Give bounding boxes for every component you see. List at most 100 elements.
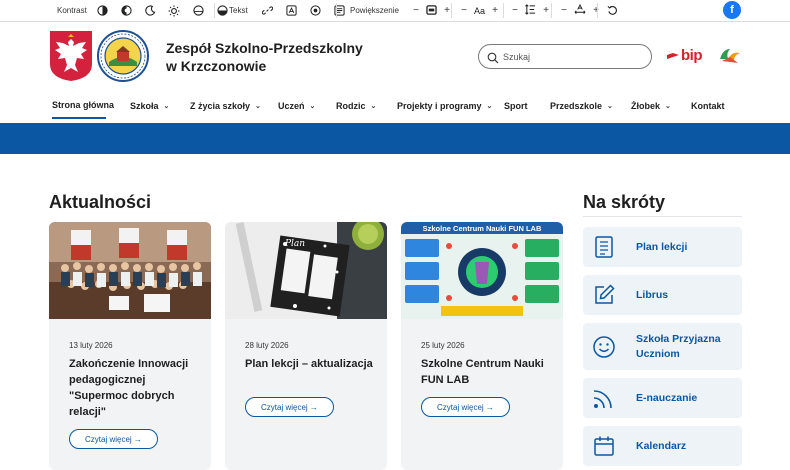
shortcut-label: Kalendarz [636,440,687,452]
school-name-line1: Zespół Szkolno-Przedszkolny [166,40,363,56]
chevron-down-icon: ⌄ [665,103,671,110]
zoom-icon [426,4,437,17]
contrast-group: Kontrast [57,0,87,21]
news-title[interactable]: Szkolne Centrum Nauki FUN LAB [421,356,551,388]
news-card[interactable]: Szkolne Centrum Nauki FUN LAB 25 luty 20… [401,222,563,470]
search-icon [487,51,499,63]
nav-label: Rodzic [336,101,366,111]
search-input[interactable] [503,51,643,62]
font-size-label: Aa [474,5,486,16]
shortcut-student-friendly-school[interactable]: Szkoła Przyjazna Uczniom [583,323,742,370]
text-icons [260,0,352,21]
reset-group [605,0,625,21]
planner-decorative-text: Plan [284,239,305,249]
line-height-minus-button[interactable]: − [510,5,520,16]
reading-guide-icon[interactable] [308,4,322,18]
accessibility-toolbar: Kontrast Tekst Powiększenie − + − Aa + −… [0,0,790,22]
shortcut-label: Librus [636,289,669,301]
nav-item-school-life[interactable]: Z życia szkoły ⌄ [190,93,261,119]
font-size-stepper: − Aa + [459,0,500,21]
contrast-default-icon[interactable] [95,4,109,18]
saturation-low-icon[interactable] [191,4,205,18]
read-more-button[interactable]: Czytaj więcej → [69,429,158,449]
nav-label: Projekty i programy [397,101,482,111]
news-card-image[interactable]: Szkolne Centrum Nauki FUN LAB [401,222,563,319]
spacing-minus-button[interactable]: − [559,5,569,16]
shortcut-lesson-plan[interactable]: Plan lekcji [583,227,742,267]
nav-item-nursery[interactable]: Żłobek ⌄ [631,93,671,119]
shortcut-librus[interactable]: Librus [583,275,742,315]
contrast-inverted-icon[interactable] [119,4,133,18]
nav-item-student[interactable]: Uczeń ⌄ [278,93,315,119]
news-card-image[interactable]: Plan [225,222,387,319]
school-name[interactable]: Zespół Szkolno-Przedszkolny w Krzczonowi… [166,39,363,75]
chevron-down-icon: ⌄ [486,103,493,110]
light-mode-icon[interactable] [167,4,181,18]
saturation-high-icon[interactable] [215,4,229,18]
readable-font-icon[interactable] [284,4,298,18]
smile-icon [592,335,616,359]
facebook-icon[interactable]: f [723,1,741,19]
chevron-down-icon: ⌄ [309,103,316,110]
nav-label: Kontakt [691,101,725,111]
shortcut-label: Plan lekcji [636,241,688,253]
read-more-button[interactable]: Czytaj więcej → [245,397,334,417]
link-highlight-icon[interactable] [260,4,274,18]
chevron-down-icon: ⌄ [370,103,377,110]
news-card[interactable]: Plan 28 luty 2026 Plan lekcji – aktualiz… [225,222,387,470]
text-label: Tekst [229,6,248,15]
dark-mode-icon[interactable] [143,4,157,18]
shortcut-label: Szkoła Przyjazna Uczniom [636,333,721,360]
news-date: 25 luty 2026 [421,341,465,350]
shortcuts-divider [583,216,742,217]
nav-item-preschool[interactable]: Przedszkole ⌄ [550,93,613,119]
bip-link[interactable]: bip [667,45,703,65]
news-card[interactable]: 13 luty 2026 Zakończenie Innowacji pedag… [49,222,211,470]
bip-logo-icon[interactable] [718,45,742,67]
news-date: 13 luty 2026 [69,341,113,350]
zoom-minus-button[interactable]: − [411,5,421,16]
school-name-line2: w Krzczonowie [166,58,267,74]
shortcut-calendar[interactable]: Kalendarz [583,426,742,466]
nav-label: Uczeń [278,101,305,111]
spacing-stepper: − + [559,0,601,21]
nav-label: Strona główna [52,100,115,110]
edit-icon [592,283,616,307]
reset-icon[interactable] [605,4,619,18]
nav-item-school[interactable]: Szkoła ⌄ [130,93,169,119]
zoom-stepper: − + [411,0,452,21]
nav-item-home[interactable]: Strona główna [52,93,114,119]
nav-item-projects[interactable]: Projekty i programy ⌄ [397,93,492,119]
bip-flag-icon [667,51,679,59]
nav-item-sport[interactable]: Sport [504,93,528,119]
nav-label: Sport [504,101,528,111]
poster-heading: Szkolne Centrum Nauki FUN LAB [423,224,542,233]
letter-spacing-icon [574,3,586,17]
nav-label: Żłobek [631,101,661,111]
chevron-down-icon: ⌄ [163,103,170,110]
news-title[interactable]: Zakończenie Innowacji pedagogicznej "Sup… [69,356,199,420]
line-height-plus-button[interactable]: + [541,5,551,16]
font-size-plus-button[interactable]: + [490,5,500,16]
school-seal-logo [97,30,149,82]
zoom-group: Powiększenie [350,0,399,21]
news-date: 28 luty 2026 [245,341,289,350]
search-box[interactable] [478,44,652,69]
nav-label: Szkoła [130,101,159,111]
news-title[interactable]: Plan lekcji – aktualizacja [245,356,375,372]
hero-banner [0,123,790,154]
line-height-icon [525,4,536,17]
text-group: Tekst [229,0,248,21]
shortcut-e-learning[interactable]: E-nauczanie [583,378,742,418]
main-navigation: Strona główna Szkoła ⌄ Z życia szkoły ⌄ … [48,93,742,119]
contrast-label: Kontrast [57,6,87,15]
document-icon [592,235,616,259]
news-card-image[interactable] [49,222,211,319]
text-summary-icon[interactable] [332,4,346,18]
chevron-down-icon: ⌄ [607,103,613,110]
font-size-minus-button[interactable]: − [459,5,469,16]
spacing-plus-button[interactable]: + [591,5,601,16]
nav-item-parent[interactable]: Rodzic ⌄ [336,93,376,119]
nav-item-contact[interactable]: Kontakt [691,93,725,119]
read-more-button[interactable]: Czytaj więcej → [421,397,510,417]
